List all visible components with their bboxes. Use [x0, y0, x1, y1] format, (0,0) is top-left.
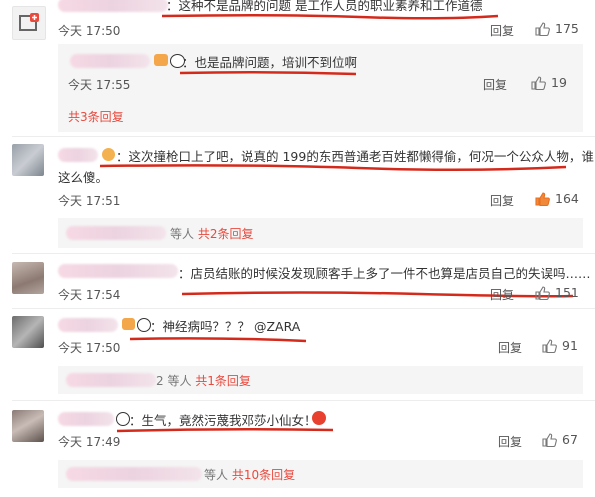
avatar[interactable]: [12, 144, 44, 176]
avatar[interactable]: [12, 410, 44, 442]
like-button[interactable]: 175: [535, 21, 579, 36]
reply-button[interactable]: 回复: [498, 433, 522, 450]
like-button[interactable]: 19: [531, 75, 567, 90]
comment-text: ：神经病吗？？？ @ZARA: [150, 319, 301, 334]
avatar[interactable]: [12, 262, 44, 294]
more-replies-link[interactable]: 等人 共10条回复: [204, 466, 295, 483]
like-count: 91: [562, 338, 578, 353]
reply-button[interactable]: 回复: [483, 76, 507, 93]
like-count: 67: [562, 432, 578, 447]
reply-summary: 等人 共2条回复: [58, 218, 583, 248]
reply-button[interactable]: 回复: [490, 22, 514, 39]
reply-panel: ：也是品牌问题，培训不到位啊 今天 17:55 回复 19 共3条回复: [58, 44, 583, 132]
reply-time: 今天 17:55: [68, 78, 131, 92]
badge-icon: [102, 148, 115, 161]
thumbs-up-icon: [542, 338, 557, 353]
comment-text-continued: 这么傻。: [58, 170, 109, 185]
app-logo-icon: [19, 13, 39, 31]
more-replies-link[interactable]: 2 等人 共1条回复: [156, 372, 251, 389]
thumbs-up-icon: [535, 191, 550, 206]
like-count: 19: [551, 75, 567, 90]
reply-button[interactable]: 回复: [498, 339, 522, 356]
panda-icon: [137, 318, 151, 332]
comment-text: ：店员结账的时候没发现顾客手上多了一件不也算是店员自己的失误吗……: [178, 266, 591, 281]
reply-summary: 等人 共10条回复: [58, 460, 583, 488]
thumbs-up-icon: [535, 21, 550, 36]
like-button[interactable]: 151: [535, 285, 579, 300]
comment-time: 今天 17:50: [58, 24, 121, 38]
like-button[interactable]: 91: [542, 338, 578, 353]
comment-time: 今天 17:54: [58, 288, 121, 302]
thumbs-up-icon: [535, 285, 550, 300]
avatar[interactable]: [12, 6, 46, 40]
like-count: 164: [555, 191, 579, 206]
comment-time: 今天 17:51: [58, 194, 121, 208]
more-replies-link[interactable]: 共3条回复: [68, 108, 124, 125]
panda-icon: [116, 412, 130, 426]
like-count: 175: [555, 21, 579, 36]
reply-text: ：也是品牌问题，培训不到位啊: [182, 55, 358, 70]
reply-button[interactable]: 回复: [490, 286, 514, 303]
comment-text: ：这种不是品牌的问题 是工作人员的职业素养和工作道德: [166, 0, 483, 13]
badge-icon: [154, 54, 168, 66]
angry-face-icon: [312, 411, 326, 425]
badge-icon: [122, 318, 135, 330]
like-button[interactable]: 164: [535, 191, 579, 206]
reply-button[interactable]: 回复: [490, 192, 514, 209]
like-count: 151: [555, 285, 579, 300]
comment-time: 今天 17:49: [58, 435, 121, 449]
avatar[interactable]: [12, 316, 44, 348]
thumbs-up-icon: [531, 75, 546, 90]
like-button[interactable]: 67: [542, 432, 578, 447]
comment-text: ：这次撞枪口上了吧，说真的 199的东西普通老百姓都懒得偷，何况一个公众人物，谁: [116, 149, 594, 164]
comment-time: 今天 17:50: [58, 341, 121, 355]
more-replies-link[interactable]: 等人 共2条回复: [170, 225, 253, 242]
thumbs-up-icon: [542, 432, 557, 447]
comment-text: ：生气，竟然污蔑我邓莎小仙女！: [129, 413, 317, 428]
reply-summary: 2 等人 共1条回复: [58, 366, 583, 394]
